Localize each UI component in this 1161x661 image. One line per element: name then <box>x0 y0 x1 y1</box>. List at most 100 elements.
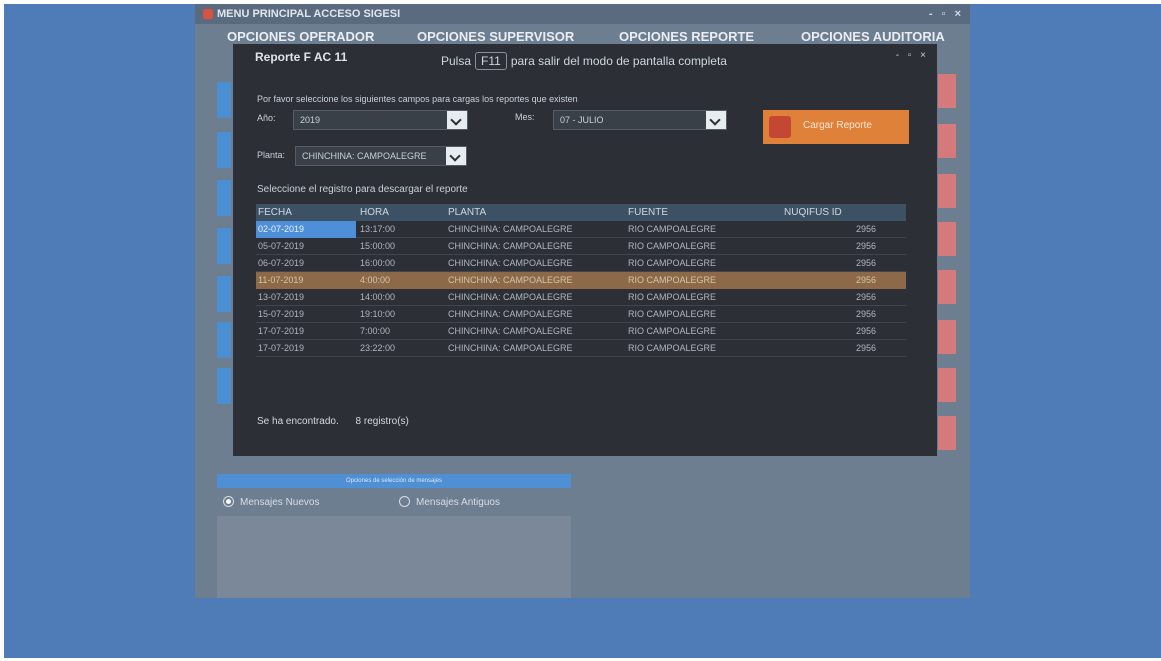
instruction-text: Por favor seleccione los siguientes camp… <box>257 94 578 104</box>
table-row[interactable]: 13-07-2019 14:00:00 CHINCHINA: CAMPOALEG… <box>256 289 906 306</box>
cell-fecha: 17-07-2019 <box>258 326 305 336</box>
table-prompt: Seleccione el registro para descargar el… <box>257 184 468 195</box>
cell-fecha: 02-07-2019 <box>256 221 356 238</box>
alert-block[interactable] <box>938 174 956 208</box>
cell-fuente: RIO CAMPOALEGRE <box>628 326 717 336</box>
cell-id: 2956 <box>855 326 876 336</box>
alert-block[interactable] <box>938 222 956 256</box>
side-panel-block[interactable] <box>217 132 231 168</box>
column-header-hora[interactable]: HORA <box>360 204 389 221</box>
cell-fuente: RIO CAMPOALEGRE <box>628 224 717 234</box>
cell-fuente: RIO CAMPOALEGRE <box>628 241 717 251</box>
main-window-titlebar: MENU PRINCIPAL ACCESO SIGESI - ▫ × <box>195 4 970 24</box>
cell-hora: 4:00:00 <box>360 275 391 285</box>
chevron-down-icon[interactable] <box>447 111 467 129</box>
cell-hora: 13:17:00 <box>360 224 396 234</box>
alert-block[interactable] <box>938 74 956 108</box>
cell-planta: CHINCHINA: CAMPOALEGRE <box>448 326 573 336</box>
messages-panel <box>217 516 571 598</box>
records-found-text: Se ha encontrado. 8 registro(s) <box>257 416 409 427</box>
radio-selected-icon <box>223 496 234 507</box>
table-row[interactable]: 15-07-2019 19:10:00 CHINCHINA: CAMPOALEG… <box>256 306 906 323</box>
cell-planta: CHINCHINA: CAMPOALEGRE <box>448 292 573 302</box>
report-table: FECHA HORA PLANTA FUENTE NUQIFUS ID 02-0… <box>256 204 906 357</box>
year-select[interactable]: 2019 <box>293 110 468 130</box>
cell-fuente: RIO CAMPOALEGRE <box>628 275 717 285</box>
cell-hora: 19:10:00 <box>360 309 396 319</box>
cell-planta: CHINCHINA: CAMPOALEGRE <box>448 241 573 251</box>
load-report-button[interactable]: Cargar Reporte <box>763 110 909 144</box>
cell-fecha: 13-07-2019 <box>258 292 305 302</box>
month-label: Mes: <box>515 112 535 122</box>
message-filter-header: Opciones de selección de mensajes <box>217 474 571 488</box>
cell-fuente: RIO CAMPOALEGRE <box>628 258 717 268</box>
cell-hora: 14:00:00 <box>360 292 396 302</box>
cell-fuente: RIO CAMPOALEGRE <box>628 292 717 302</box>
cell-fecha: 11-07-2019 <box>258 275 304 285</box>
plant-label: Planta: <box>257 150 286 160</box>
cell-id: 2956 <box>855 292 876 302</box>
alert-block[interactable] <box>938 124 956 158</box>
chevron-down-icon[interactable] <box>706 111 726 129</box>
column-header-planta[interactable]: PLANTA <box>448 204 486 221</box>
side-panel-block[interactable] <box>217 82 231 118</box>
main-window-title: MENU PRINCIPAL ACCESO SIGESI <box>217 8 401 20</box>
side-panel-block[interactable] <box>217 276 231 312</box>
table-row[interactable]: 17-07-2019 7:00:00 CHINCHINA: CAMPOALEGR… <box>256 323 906 340</box>
alert-block[interactable] <box>938 416 956 450</box>
radio-unselected-icon <box>399 496 410 507</box>
table-header: FECHA HORA PLANTA FUENTE NUQIFUS ID <box>256 204 906 221</box>
alert-block[interactable] <box>938 270 956 304</box>
column-header-fuente[interactable]: FUENTE <box>628 204 668 221</box>
side-panel-block[interactable] <box>217 368 231 404</box>
cell-fecha: 15-07-2019 <box>258 309 305 319</box>
cell-planta: CHINCHINA: CAMPOALEGRE <box>448 275 573 285</box>
radio-mensajes-antiguos[interactable]: Mensajes Antiguos <box>399 496 500 510</box>
dialog-title: Reporte F AC 11 <box>255 50 348 64</box>
side-panel-block[interactable] <box>217 322 231 358</box>
cell-fuente: RIO CAMPOALEGRE <box>628 343 717 353</box>
alert-block[interactable] <box>938 320 956 354</box>
alert-block[interactable] <box>938 368 956 402</box>
cell-planta: CHINCHINA: CAMPOALEGRE <box>448 309 573 319</box>
table-row[interactable]: 06-07-2019 16:00:00 CHINCHINA: CAMPOALEG… <box>256 255 906 272</box>
cell-fecha: 06-07-2019 <box>258 258 305 268</box>
cell-planta: CHINCHINA: CAMPOALEGRE <box>448 224 573 234</box>
radio-mensajes-nuevos[interactable]: Mensajes Nuevos <box>223 496 319 510</box>
message-filter-options: Mensajes Nuevos Mensajes Antiguos <box>217 488 571 516</box>
table-row[interactable]: 02-07-2019 13:17:00 CHINCHINA: CAMPOALEG… <box>256 221 906 238</box>
cell-fecha: 17-07-2019 <box>258 343 305 353</box>
cell-planta: CHINCHINA: CAMPOALEGRE <box>448 343 573 353</box>
column-header-id[interactable]: NUQIFUS ID <box>784 204 842 221</box>
column-header-fecha[interactable]: FECHA <box>258 204 292 221</box>
table-row-highlighted[interactable]: 11-07-2019 4:00:00 CHINCHINA: CAMPOALEGR… <box>256 272 906 289</box>
table-row[interactable]: 05-07-2019 15:00:00 CHINCHINA: CAMPOALEG… <box>256 238 906 255</box>
cell-id: 2956 <box>855 241 876 251</box>
cell-id: 2956 <box>855 275 876 285</box>
app-logo-icon <box>203 9 213 19</box>
table-row[interactable]: 17-07-2019 23:22:00 CHINCHINA: CAMPOALEG… <box>256 340 906 357</box>
f11-key: F11 <box>475 52 507 70</box>
chevron-down-icon[interactable] <box>446 147 466 165</box>
cell-id: 2956 <box>855 224 876 234</box>
main-window-controls[interactable]: - ▫ × <box>929 4 964 24</box>
cell-id: 2956 <box>855 343 876 353</box>
cell-hora: 16:00:00 <box>360 258 396 268</box>
cell-id: 2956 <box>855 309 876 319</box>
dialog-titlebar: Reporte F AC 11 Pulsa F11 para salir del m… <box>233 44 937 72</box>
month-select[interactable]: 07 - JULIO <box>553 110 727 130</box>
plant-select[interactable]: CHINCHINA: CAMPOALEGRE <box>295 146 467 166</box>
cell-planta: CHINCHINA: CAMPOALEGRE <box>448 258 573 268</box>
report-dialog: Reporte F AC 11 Pulsa F11 para salir del m… <box>233 44 937 456</box>
cell-hora: 23:22:00 <box>360 343 396 353</box>
cell-fecha: 05-07-2019 <box>258 241 305 251</box>
side-panel-block[interactable] <box>217 228 231 264</box>
report-icon <box>769 116 791 138</box>
side-panel-block[interactable] <box>217 180 231 216</box>
fullscreen-hint: Pulsa F11 para salir del modo de pantalla … <box>441 52 727 70</box>
records-count: 8 <box>355 416 362 427</box>
cell-fuente: RIO CAMPOALEGRE <box>628 309 717 319</box>
cell-hora: 7:00:00 <box>360 326 391 336</box>
year-label: Año: <box>257 113 276 123</box>
dialog-window-controls[interactable]: - ▫ × <box>896 50 929 61</box>
